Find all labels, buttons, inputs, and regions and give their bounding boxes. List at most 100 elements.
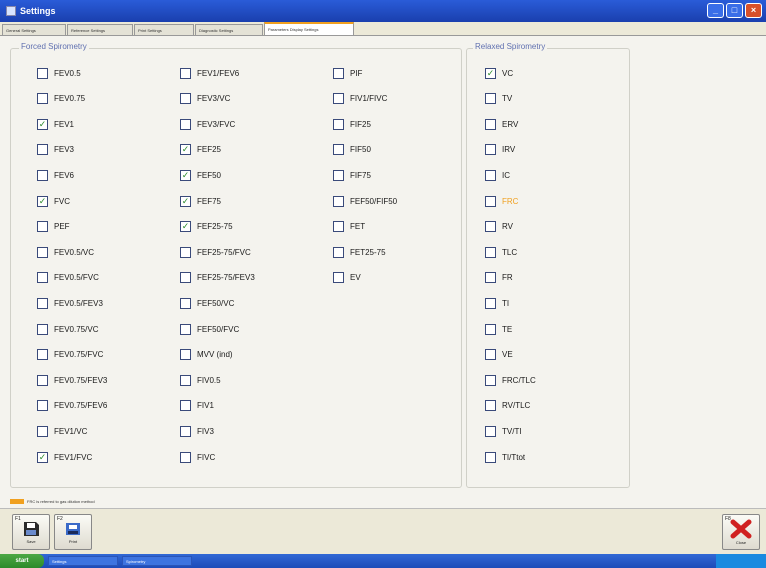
- close-window-button[interactable]: ×: [745, 3, 762, 18]
- checkbox[interactable]: [485, 169, 496, 181]
- checkbox[interactable]: [333, 169, 344, 181]
- checkbox[interactable]: [333, 246, 344, 258]
- checkbox-checked[interactable]: ✓: [180, 221, 191, 233]
- forced-param-checkbox[interactable]: FIF25: [333, 117, 371, 131]
- relaxed-param-checkbox[interactable]: TV: [485, 92, 512, 106]
- forced-param-checkbox[interactable]: FEV0.75/FEV3: [37, 373, 107, 387]
- forced-param-checkbox[interactable]: ✓ FVC: [37, 194, 70, 208]
- forced-param-checkbox[interactable]: PEF: [37, 220, 70, 234]
- forced-param-checkbox[interactable]: FEF50/FVC: [180, 322, 239, 336]
- checkbox[interactable]: [485, 118, 496, 130]
- checkbox[interactable]: [37, 400, 48, 412]
- forced-param-checkbox[interactable]: ✓ FEF50: [180, 168, 221, 182]
- forced-param-checkbox[interactable]: FEV0.5/FEV3: [37, 296, 103, 310]
- forced-param-checkbox[interactable]: FIV0.5: [180, 373, 221, 387]
- forced-param-checkbox[interactable]: ✓ FEV1/FVC: [37, 450, 92, 464]
- print-button[interactable]: F2 Print: [54, 514, 92, 550]
- checkbox[interactable]: [485, 349, 496, 361]
- checkbox[interactable]: [180, 67, 191, 79]
- checkbox[interactable]: [180, 272, 191, 284]
- checkbox[interactable]: [180, 297, 191, 309]
- relaxed-param-checkbox[interactable]: VE: [485, 348, 513, 362]
- forced-param-checkbox[interactable]: PIF: [333, 66, 362, 80]
- forced-param-checkbox[interactable]: FEV1/VC: [37, 424, 87, 438]
- checkbox[interactable]: [333, 67, 344, 79]
- forced-param-checkbox[interactable]: FEV3/FVC: [180, 117, 235, 131]
- checkbox[interactable]: [37, 93, 48, 105]
- checkbox[interactable]: [485, 221, 496, 233]
- checkbox[interactable]: [485, 374, 496, 386]
- taskbar-item[interactable]: Spirometry: [122, 556, 192, 566]
- relaxed-param-checkbox[interactable]: TLC: [485, 245, 517, 259]
- forced-param-checkbox[interactable]: FIV3: [180, 424, 214, 438]
- forced-param-checkbox[interactable]: FEV0.75/FVC: [37, 348, 103, 362]
- checkbox[interactable]: [333, 118, 344, 130]
- forced-param-checkbox[interactable]: FET25-75: [333, 245, 386, 259]
- relaxed-param-checkbox[interactable]: TV/TI: [485, 424, 522, 438]
- checkbox[interactable]: [37, 323, 48, 335]
- checkbox[interactable]: [180, 374, 191, 386]
- checkbox-checked[interactable]: ✓: [37, 118, 48, 130]
- forced-param-checkbox[interactable]: FEV0.5/FVC: [37, 271, 99, 285]
- checkbox-checked[interactable]: ✓: [37, 195, 48, 207]
- tab-3[interactable]: Diagnostic Settings: [195, 24, 263, 35]
- checkbox[interactable]: [333, 93, 344, 105]
- forced-param-checkbox[interactable]: ✓ FEF75: [180, 194, 221, 208]
- checkbox[interactable]: [180, 118, 191, 130]
- save-button[interactable]: F1 Save: [12, 514, 50, 550]
- relaxed-param-checkbox[interactable]: TI/Ttot: [485, 450, 525, 464]
- checkbox[interactable]: [37, 67, 48, 79]
- forced-param-checkbox[interactable]: FEV1/FEV6: [180, 66, 239, 80]
- forced-param-checkbox[interactable]: FET: [333, 220, 365, 234]
- checkbox[interactable]: [485, 400, 496, 412]
- relaxed-param-checkbox[interactable]: ERV: [485, 117, 518, 131]
- forced-param-checkbox[interactable]: FEF50/FIF50: [333, 194, 397, 208]
- checkbox[interactable]: [37, 272, 48, 284]
- forced-param-checkbox[interactable]: ✓ FEF25-75: [180, 220, 233, 234]
- checkbox[interactable]: [485, 93, 496, 105]
- relaxed-param-checkbox[interactable]: FR: [485, 271, 513, 285]
- checkbox[interactable]: [485, 323, 496, 335]
- forced-param-checkbox[interactable]: FEV0.5: [37, 66, 81, 80]
- tab-4[interactable]: Parameters Display Settings: [264, 22, 354, 35]
- checkbox[interactable]: [485, 272, 496, 284]
- forced-param-checkbox[interactable]: FEV0.5/VC: [37, 245, 94, 259]
- forced-param-checkbox[interactable]: EV: [333, 271, 361, 285]
- checkbox[interactable]: [180, 425, 191, 437]
- checkbox[interactable]: [37, 144, 48, 156]
- checkbox[interactable]: [333, 144, 344, 156]
- checkbox[interactable]: [333, 272, 344, 284]
- forced-param-checkbox[interactable]: FEF25-75/FVC: [180, 245, 251, 259]
- checkbox[interactable]: [37, 169, 48, 181]
- checkbox[interactable]: [180, 451, 191, 463]
- maximize-button[interactable]: □: [726, 3, 743, 18]
- forced-param-checkbox[interactable]: FIF75: [333, 168, 371, 182]
- checkbox[interactable]: [485, 195, 496, 207]
- relaxed-param-checkbox[interactable]: RV: [485, 220, 513, 234]
- forced-param-checkbox[interactable]: FEF50/VC: [180, 296, 234, 310]
- forced-param-checkbox[interactable]: FEV3/VC: [180, 92, 230, 106]
- forced-param-checkbox[interactable]: FEF25-75/FEV3: [180, 271, 255, 285]
- forced-param-checkbox[interactable]: FEV0.75/FEV6: [37, 399, 107, 413]
- start-button[interactable]: start: [0, 554, 44, 568]
- checkbox[interactable]: [37, 374, 48, 386]
- checkbox-checked[interactable]: ✓: [180, 144, 191, 156]
- checkbox[interactable]: [37, 246, 48, 258]
- checkbox[interactable]: [485, 451, 496, 463]
- checkbox-checked[interactable]: ✓: [485, 67, 496, 79]
- checkbox[interactable]: [37, 349, 48, 361]
- forced-param-checkbox[interactable]: MVV (ind): [180, 348, 233, 362]
- checkbox-checked[interactable]: ✓: [37, 451, 48, 463]
- close-button[interactable]: F8 Close: [722, 514, 760, 550]
- relaxed-param-checkbox[interactable]: TE: [485, 322, 512, 336]
- relaxed-param-checkbox[interactable]: IRV: [485, 143, 515, 157]
- checkbox[interactable]: [485, 246, 496, 258]
- checkbox[interactable]: [37, 425, 48, 437]
- checkbox[interactable]: [485, 297, 496, 309]
- checkbox[interactable]: [37, 297, 48, 309]
- checkbox[interactable]: [485, 425, 496, 437]
- relaxed-param-checkbox[interactable]: FRC/TLC: [485, 373, 536, 387]
- checkbox[interactable]: [333, 195, 344, 207]
- forced-param-checkbox[interactable]: ✓ FEV1: [37, 117, 74, 131]
- checkbox[interactable]: [485, 144, 496, 156]
